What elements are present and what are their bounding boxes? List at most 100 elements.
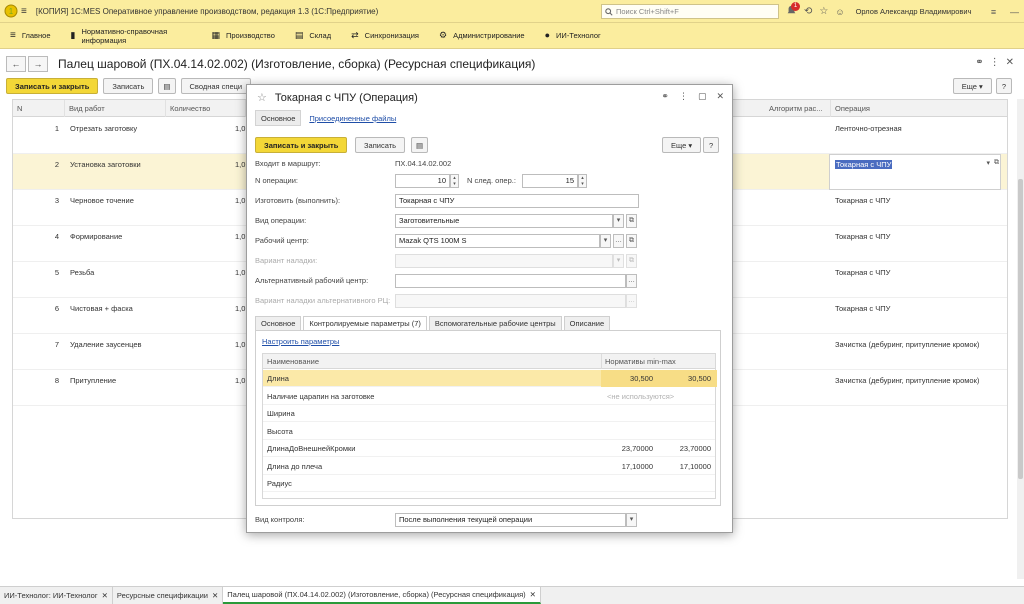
task-ai-technologist[interactable]: ИИ-Технолог: ИИ-Технолог ✕ bbox=[0, 587, 113, 604]
next-op-input[interactable]: 15 bbox=[522, 174, 578, 188]
task-close-icon[interactable]: ✕ bbox=[102, 591, 108, 600]
control-type-label: Вид контроля: bbox=[255, 515, 305, 524]
doc-close-icon[interactable]: ✕ bbox=[1006, 57, 1014, 68]
op-number-spinner[interactable]: ▴ ▾ bbox=[450, 174, 459, 188]
dialog-tab-main[interactable]: Основное bbox=[255, 110, 302, 126]
vertical-scrollbar[interactable] bbox=[1017, 99, 1024, 579]
param-name: ДлинаДоВнешнейКромки bbox=[267, 444, 356, 453]
param-row[interactable]: ДлинаДоВнешнейКромки 23,70000 23,70000 bbox=[263, 440, 715, 457]
dialog-report-button[interactable]: ▤ bbox=[411, 137, 429, 153]
param-col-name[interactable]: Наименование bbox=[267, 357, 319, 366]
doc-save-close-button[interactable]: Записать и закрыть bbox=[6, 78, 99, 94]
produce-input[interactable]: Токарная с ЧПУ bbox=[395, 194, 639, 208]
work-center-select[interactable]: … bbox=[613, 234, 624, 248]
param-row[interactable]: Длина 30,500 30,500 bbox=[263, 370, 717, 387]
operation-open-icon[interactable]: ⧉ bbox=[994, 159, 999, 167]
work-center-input[interactable]: Mazak QTS 100M S bbox=[395, 234, 600, 248]
minimize-icon[interactable]: — bbox=[1008, 5, 1022, 19]
scrollbar-thumb[interactable] bbox=[1018, 179, 1023, 479]
params-tabs: Основное Контролируемые параметры (7) Вс… bbox=[255, 316, 612, 331]
dialog-close-icon[interactable]: ✕ bbox=[716, 91, 724, 102]
open-windows-bar: ИИ-Технолог: ИИ-Технолог ✕ Ресурсные спец… bbox=[0, 586, 1024, 604]
alt-center-input[interactable] bbox=[395, 274, 626, 288]
param-row[interactable]: Наличие царапин на заготовке <не использу… bbox=[263, 388, 715, 405]
dialog-more-button[interactable]: Еще ▾ bbox=[662, 137, 702, 153]
dialog-tabs: Основное Присоединенные файлы bbox=[255, 110, 396, 126]
history-icon[interactable]: ⟲ bbox=[804, 6, 812, 17]
doc-report-button[interactable]: ▤ bbox=[158, 78, 176, 94]
task-current-document[interactable]: Палец шаровой (ПХ.04.14.02.002) (Изготов… bbox=[223, 587, 541, 604]
param-row[interactable]: Длина до плеча 17,10000 17,10000 bbox=[263, 458, 715, 475]
work-center-open-icon[interactable]: ⧉ bbox=[626, 234, 637, 248]
doc-summary-button[interactable]: Сводная специ bbox=[180, 78, 252, 94]
configure-params-link[interactable]: Настроить параметры bbox=[262, 337, 339, 346]
more-vert-icon[interactable]: ⋮ bbox=[990, 57, 1000, 68]
ptab-description[interactable]: Описание bbox=[563, 316, 611, 331]
dialog-help-button[interactable]: ? bbox=[703, 137, 720, 153]
alt-setup-input bbox=[395, 294, 626, 308]
notifications-button[interactable]: 1 bbox=[786, 2, 800, 18]
param-min: 30,500 bbox=[630, 374, 653, 383]
col-algorithm[interactable]: Алгоритм рас... bbox=[765, 100, 831, 117]
back-button[interactable]: ← bbox=[6, 56, 26, 72]
operation-dropdown-icon[interactable]: ▾ bbox=[986, 159, 990, 167]
param-col-norms[interactable]: Нормативы min-max bbox=[605, 357, 676, 366]
dialog-maximize-icon[interactable]: ▢ bbox=[698, 91, 707, 102]
warehouse-icon: ▤ bbox=[294, 30, 304, 40]
forward-button[interactable]: → bbox=[28, 56, 48, 72]
row-quantity: 1,0 bbox=[235, 268, 246, 277]
favorites-icon[interactable]: ☆ bbox=[819, 6, 828, 17]
param-row[interactable]: Радиус bbox=[263, 475, 715, 492]
dialog-tab-files[interactable]: Присоединенные файлы bbox=[309, 114, 396, 123]
menu-icon[interactable]: ≡ bbox=[21, 6, 27, 17]
dialog-save-button[interactable]: Записать bbox=[355, 137, 406, 153]
alt-center-select[interactable]: … bbox=[626, 274, 637, 288]
link-icon[interactable]: ⚭ bbox=[975, 57, 983, 68]
doc-save-button[interactable]: Записать bbox=[103, 78, 154, 94]
param-name: Ширина bbox=[267, 409, 295, 418]
section-main[interactable]: ≡ Главное bbox=[0, 31, 61, 41]
dialog-save-close-button[interactable]: Записать и закрыть bbox=[255, 137, 348, 153]
param-name: Длина до плеча bbox=[267, 461, 323, 471]
settings-menu-icon[interactable]: ≡ bbox=[987, 5, 1001, 19]
doc-more-button[interactable]: Еще ▾ bbox=[952, 78, 992, 94]
op-type-dropdown[interactable]: ▾ bbox=[613, 214, 624, 228]
section-sync[interactable]: ⇄ Синхронизация bbox=[341, 31, 429, 41]
dialog-more-icon[interactable]: ⋮ bbox=[679, 91, 688, 102]
favorite-star-icon[interactable]: ☆ bbox=[257, 91, 267, 104]
col-work-type[interactable]: Вид работ bbox=[65, 100, 166, 117]
param-name: Наличие царапин на заготовке bbox=[267, 391, 375, 401]
param-row[interactable]: Ширина bbox=[263, 405, 715, 422]
col-n[interactable]: N bbox=[13, 100, 65, 117]
dialog-link-icon[interactable]: ⚭ bbox=[661, 91, 669, 102]
section-ai[interactable]: ● ИИ-Технолог bbox=[535, 31, 611, 41]
work-center-dropdown[interactable]: ▾ bbox=[600, 234, 611, 248]
col-operation[interactable]: Операция bbox=[831, 100, 1009, 117]
op-number-input[interactable]: 10 bbox=[395, 174, 450, 188]
global-search-input[interactable]: Поиск Ctrl+Shift+F bbox=[601, 4, 779, 19]
produce-row: Изготовить (выполнить): Токарная с ЧПУ bbox=[255, 194, 725, 208]
section-warehouse[interactable]: ▤ Склад bbox=[285, 30, 341, 41]
user-icon[interactable]: ☺ bbox=[835, 7, 844, 17]
doc-help-button[interactable]: ? bbox=[995, 78, 1012, 94]
op-type-input[interactable]: Заготовительные bbox=[395, 214, 613, 228]
route-label: Входит в маршрут: bbox=[255, 159, 321, 168]
control-type-dropdown[interactable]: ▾ bbox=[626, 513, 637, 527]
section-admin[interactable]: ⚙ Администрирование bbox=[429, 31, 535, 41]
document-toolbar: Записать и закрыть Записать ▤ Сводная сп… bbox=[6, 78, 252, 94]
param-row[interactable]: Высота bbox=[263, 423, 715, 440]
ptab-controlled-params[interactable]: Контролируемые параметры (7) bbox=[303, 316, 427, 331]
task-close-icon[interactable]: ✕ bbox=[530, 590, 536, 599]
task-close-icon[interactable]: ✕ bbox=[212, 591, 218, 600]
section-nsi[interactable]: ▮ Нормативно-справочная информация bbox=[61, 27, 202, 45]
row-number: 6 bbox=[54, 304, 59, 313]
task-resource-specs[interactable]: Ресурсные спецификации ✕ bbox=[113, 587, 224, 604]
section-production[interactable]: ▦ Производство bbox=[201, 31, 284, 41]
col-quantity[interactable]: Количество bbox=[166, 100, 246, 117]
control-type-input[interactable]: После выполнения текущей операции bbox=[395, 513, 626, 527]
ptab-main[interactable]: Основное bbox=[255, 316, 302, 331]
dialog-title: Токарная с ЧПУ (Операция) bbox=[274, 91, 418, 104]
next-op-spinner[interactable]: ▴ ▾ bbox=[578, 174, 587, 188]
ptab-aux-centers[interactable]: Вспомогательные рабочие центры bbox=[428, 316, 562, 331]
op-type-open-icon[interactable]: ⧉ bbox=[626, 214, 637, 228]
